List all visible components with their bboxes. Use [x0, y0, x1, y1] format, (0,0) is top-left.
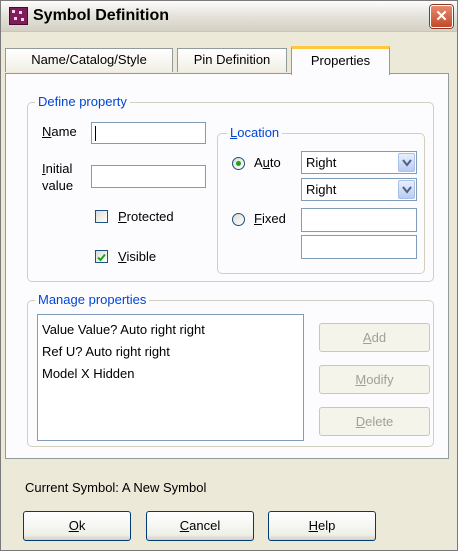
define-property-group: Define property Name Initial value Prote… [27, 94, 434, 282]
tab-strip: Name/Catalog/Style Pin Definition Proper… [5, 46, 451, 75]
text-caret [95, 126, 96, 141]
fixed-label[interactable]: Fixed [254, 211, 286, 226]
chevron-down-icon[interactable] [398, 180, 415, 199]
name-label: Name [42, 124, 77, 139]
protected-label[interactable]: Protected [118, 209, 174, 224]
radio-dot-icon [236, 161, 241, 166]
list-item[interactable]: Model X Hidden [42, 366, 135, 381]
manage-properties-legend: Manage properties [35, 292, 150, 307]
tab-pin-definition[interactable]: Pin Definition [177, 48, 287, 72]
title-bar[interactable]: Symbol Definition ✕ [1, 1, 457, 32]
manage-properties-group: Manage properties Value Value? Auto righ… [27, 292, 434, 447]
tab-label: Pin Definition [193, 52, 271, 67]
window-title: Symbol Definition [33, 7, 169, 24]
properties-panel: Define property Name Initial value Prote… [5, 73, 449, 459]
location-x-select[interactable]: Right [301, 151, 417, 174]
location-group: Location Auto Right Right Fixed [217, 125, 425, 274]
tab-name-catalog-style[interactable]: Name/Catalog/Style [5, 48, 173, 72]
list-item[interactable]: Ref U? Auto right right [42, 344, 170, 359]
location-legend: Location [227, 125, 283, 140]
visible-label[interactable]: Visible [118, 249, 156, 264]
location-y-select[interactable]: Right [301, 178, 417, 201]
dialog-window: Symbol Definition ✕ Name/Catalog/Style P… [0, 0, 458, 551]
ok-button[interactable]: Ok [23, 511, 131, 541]
define-property-legend: Define property [35, 94, 130, 109]
symbol-app-icon [9, 7, 28, 25]
help-button[interactable]: Help [268, 511, 376, 541]
fixed-radio[interactable] [232, 213, 245, 226]
auto-radio[interactable] [232, 157, 245, 170]
fixed-y-input[interactable] [301, 235, 417, 259]
list-item[interactable]: Value Value? Auto right right [42, 322, 205, 337]
initial-value-label-2: value [42, 178, 74, 193]
properties-list[interactable]: Value Value? Auto right right Ref U? Aut… [37, 314, 304, 441]
delete-button[interactable]: Delete [319, 407, 430, 436]
initial-value-input[interactable] [91, 165, 206, 188]
add-button[interactable]: Add [319, 323, 430, 352]
tab-label: Name/Catalog/Style [31, 52, 147, 67]
close-icon[interactable]: ✕ [430, 5, 453, 28]
tab-label: Properties [310, 53, 371, 68]
visible-checkbox[interactable] [95, 250, 108, 263]
initial-value-label-1: Initial [42, 161, 73, 176]
current-symbol-status: Current Symbol: A New Symbol [25, 480, 207, 495]
protected-checkbox[interactable] [95, 210, 108, 223]
modify-button[interactable]: Modify [319, 365, 430, 394]
auto-label[interactable]: Auto [254, 155, 281, 170]
name-input[interactable] [91, 122, 206, 144]
tab-properties[interactable]: Properties [291, 46, 390, 75]
fixed-x-input[interactable] [301, 208, 417, 232]
location-y-value: Right [306, 182, 337, 197]
location-x-value: Right [306, 155, 337, 170]
checkmark-icon [97, 253, 106, 262]
cancel-button[interactable]: Cancel [146, 511, 254, 541]
chevron-down-icon[interactable] [398, 153, 415, 172]
